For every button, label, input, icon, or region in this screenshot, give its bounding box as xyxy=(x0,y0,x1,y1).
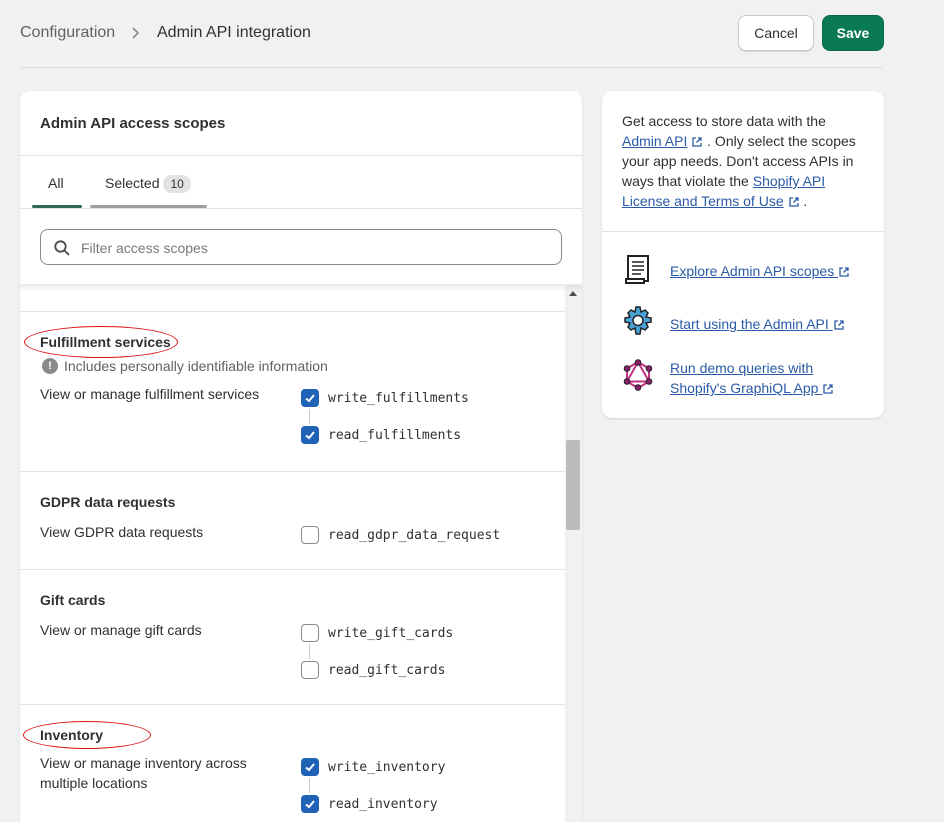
section-title: GDPR data requests xyxy=(40,494,176,510)
scope-label[interactable]: read_gift_cards xyxy=(328,663,445,678)
resource-link-label: Run demo queries with Shopify's GraphiQL… xyxy=(670,360,819,396)
external-link-icon xyxy=(788,197,799,207)
scope-label[interactable]: read_inventory xyxy=(328,797,438,812)
section-title: Fulfillment services xyxy=(40,334,171,350)
scrollbar-thumb[interactable] xyxy=(566,440,580,530)
save-button[interactable]: Save xyxy=(822,15,884,51)
tab-selected[interactable]: Selected 10 xyxy=(105,175,191,193)
scope-section-inventory: Inventory View or manage inventory acros… xyxy=(20,704,565,822)
external-link-icon xyxy=(692,137,702,147)
scope-label[interactable]: read_gdpr_data_request xyxy=(328,528,500,543)
access-scopes-card: Admin API access scopes All Selected 10 F… xyxy=(20,91,582,822)
alert-circle-icon: ! xyxy=(42,358,58,374)
resource-link-label: Start using the Admin API xyxy=(670,316,829,332)
section-title: Gift cards xyxy=(40,592,106,608)
scope-section-gift-cards: Gift cards View or manage gift cards wri… xyxy=(20,569,565,704)
search-field[interactable]: Filter access scopes xyxy=(40,229,562,265)
explore-scopes-link[interactable]: Explore Admin API scopes xyxy=(670,261,870,281)
header-divider xyxy=(20,67,882,68)
checkmark-icon xyxy=(305,394,315,403)
info-text-part: Get access to store data with the xyxy=(622,113,826,129)
scope-checkbox[interactable] xyxy=(301,389,319,407)
scope-section-fulfillment-services: Fulfillment services ! Includes personal… xyxy=(20,311,565,471)
checkbox-connector xyxy=(309,409,310,424)
checkmark-icon xyxy=(305,763,315,772)
info-card: Get access to store data with the Admin … xyxy=(602,91,884,418)
pii-text: Includes personally identifiable informa… xyxy=(64,358,328,374)
divider xyxy=(602,231,884,232)
scope-section-gdpr-data-requests: GDPR data requests View GDPR data reques… xyxy=(20,471,565,569)
scope-label[interactable]: read_fulfillments xyxy=(328,428,461,443)
checkmark-icon xyxy=(305,800,315,809)
scroll-icon xyxy=(625,255,649,284)
sticky-header-shadow xyxy=(20,284,582,292)
scope-checkbox[interactable] xyxy=(301,526,319,544)
checkbox-connector xyxy=(309,778,310,793)
divider xyxy=(20,155,582,156)
section-description: View or manage fulfillment services xyxy=(40,386,260,402)
scope-label[interactable]: write_fulfillments xyxy=(328,391,469,406)
tab-selected-label: Selected xyxy=(105,175,160,191)
pii-notice: ! Includes personally identifiable infor… xyxy=(42,358,328,374)
selected-count-badge: 10 xyxy=(163,175,191,193)
divider xyxy=(20,208,582,209)
external-link-icon xyxy=(834,320,844,330)
gear-icon xyxy=(624,306,652,335)
section-description: View or manage inventory across multiple… xyxy=(40,755,247,791)
scope-checkbox[interactable] xyxy=(301,795,319,813)
scope-label[interactable]: write_gift_cards xyxy=(328,626,453,641)
resource-link-label: Explore Admin API scopes xyxy=(670,263,835,279)
chevron-right-icon xyxy=(132,27,140,39)
scope-label[interactable]: write_inventory xyxy=(328,760,445,775)
checkbox-connector xyxy=(309,644,310,659)
search-icon xyxy=(54,240,70,256)
admin-api-link[interactable]: Admin API xyxy=(622,133,687,149)
external-link-icon xyxy=(823,384,834,394)
info-text-part: . xyxy=(803,193,808,209)
scope-checkbox[interactable] xyxy=(301,758,319,776)
section-description: View GDPR data requests xyxy=(40,524,204,540)
card-title: Admin API access scopes xyxy=(40,115,226,132)
info-text: Get access to store data with the Admin … xyxy=(622,111,868,211)
checkmark-icon xyxy=(305,431,315,440)
cancel-button[interactable]: Cancel xyxy=(738,15,814,51)
section-description: View or manage gift cards xyxy=(40,622,202,638)
scrollbar[interactable] xyxy=(565,285,582,822)
start-admin-api-link[interactable]: Start using the Admin API xyxy=(670,314,870,334)
external-link-icon xyxy=(839,267,849,277)
scope-checkbox[interactable] xyxy=(301,624,319,642)
scopes-list[interactable]: Fulfillment services ! Includes personal… xyxy=(20,285,582,822)
search-input[interactable]: Filter access scopes xyxy=(81,240,208,256)
page-title: Admin API integration xyxy=(157,24,311,41)
scope-checkbox[interactable] xyxy=(301,661,319,679)
section-title: Inventory xyxy=(40,727,104,743)
page-header: Configuration Admin API integration Canc… xyxy=(0,0,944,68)
graphiql-demo-link[interactable]: Run demo queries with Shopify's GraphiQL… xyxy=(670,358,870,398)
scope-checkbox[interactable] xyxy=(301,426,319,444)
breadcrumb-configuration[interactable]: Configuration xyxy=(20,24,115,42)
graphql-icon xyxy=(623,359,653,391)
tab-all[interactable]: All xyxy=(48,175,64,191)
